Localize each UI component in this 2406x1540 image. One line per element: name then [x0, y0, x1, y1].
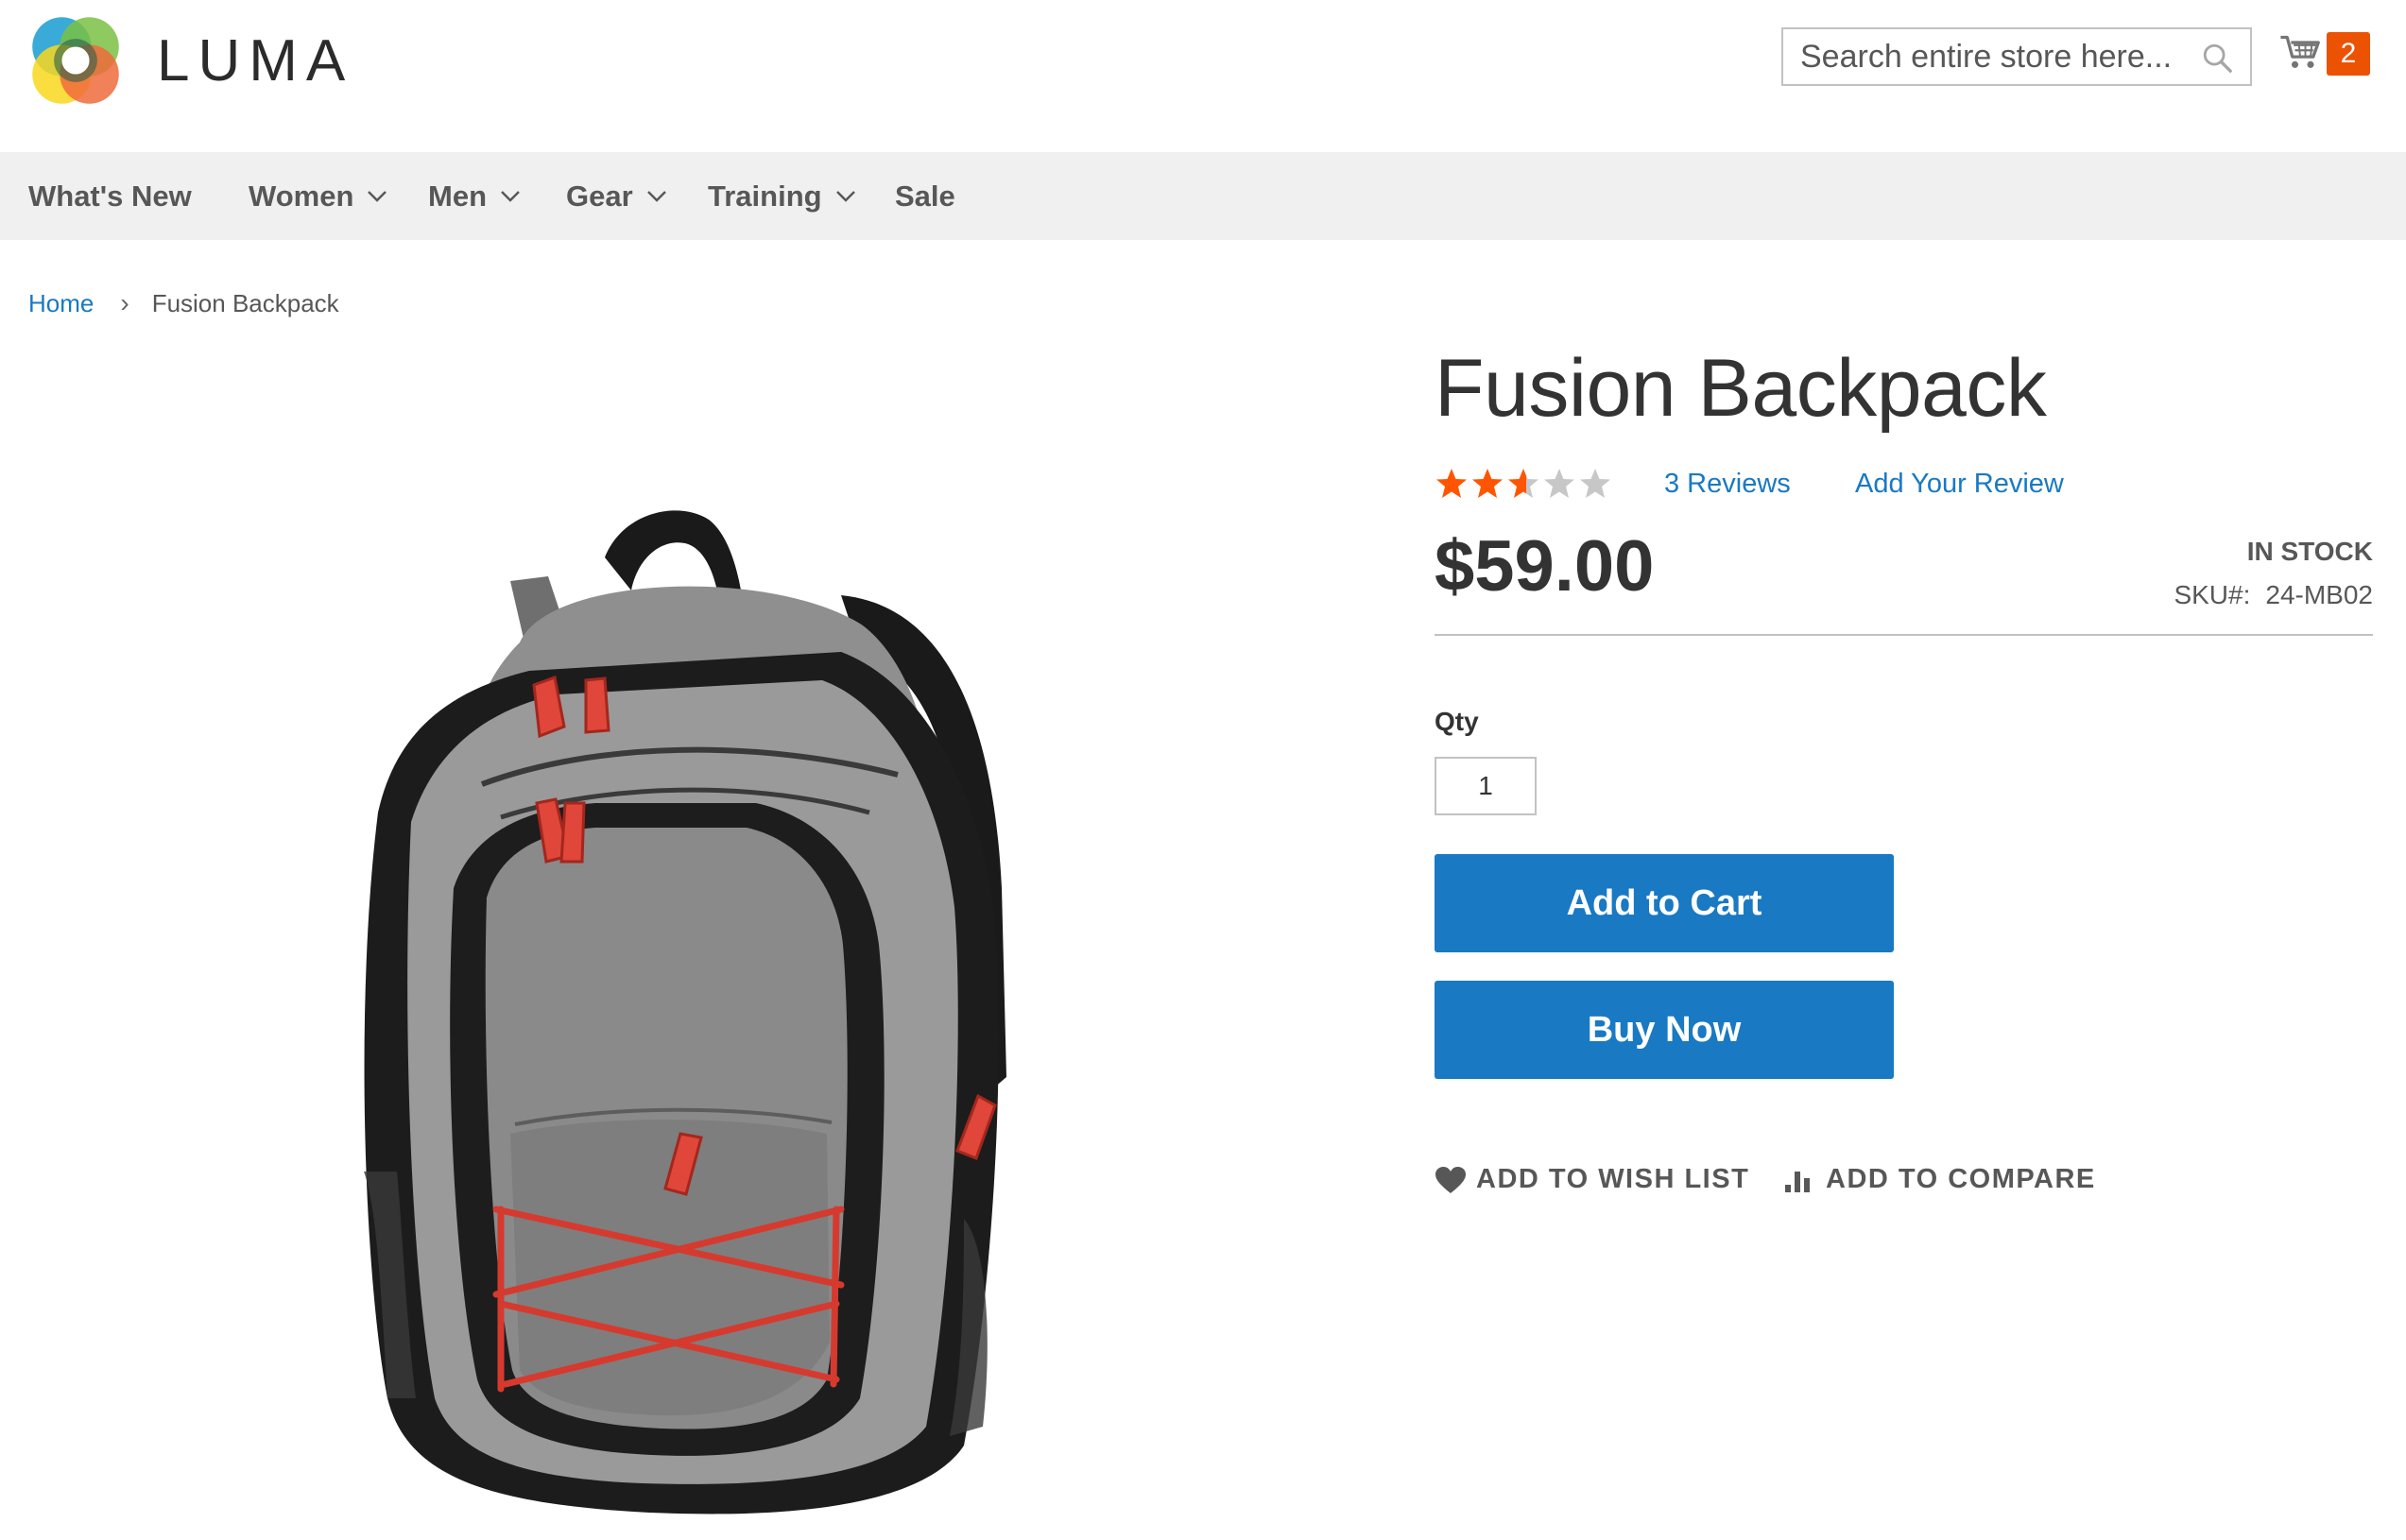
nav-item-sale[interactable]: Sale — [895, 152, 955, 240]
shopping-cart-icon — [2280, 35, 2320, 68]
star-icon — [1580, 469, 1610, 498]
luma-logo-icon — [32, 17, 119, 104]
store-logo[interactable]: LUMA — [26, 11, 353, 110]
chevron-down-icon — [501, 190, 520, 202]
add-to-compare-link[interactable]: ADD TO COMPARE — [1784, 1164, 2096, 1195]
nav-label: Training — [708, 179, 822, 213]
heart-icon — [1435, 1166, 1466, 1193]
nav-item-whats-new[interactable]: What's New — [28, 152, 192, 240]
sku-label: SKU#: — [2174, 580, 2251, 609]
star-icon — [1472, 469, 1503, 498]
qty-input[interactable] — [1435, 757, 1537, 815]
nav-label: Men — [428, 179, 487, 213]
star-icon — [1544, 469, 1574, 498]
add-to-wishlist-link[interactable]: ADD TO WISH LIST — [1435, 1164, 1749, 1195]
cart-count-badge: 2 — [2327, 32, 2370, 76]
reviews-link[interactable]: 3 Reviews — [1664, 469, 1791, 500]
chevron-down-icon — [646, 190, 666, 202]
search-icon[interactable] — [2201, 42, 2233, 74]
product-image[interactable] — [312, 491, 1106, 1540]
nav-label: What's New — [28, 179, 192, 213]
wishlist-label: ADD TO WISH LIST — [1476, 1164, 1750, 1194]
nav-label: Gear — [566, 179, 633, 213]
buy-now-button[interactable]: Buy Now — [1435, 981, 1894, 1079]
nav-item-women[interactable]: Women — [249, 152, 387, 240]
nav-item-men[interactable]: Men — [428, 152, 521, 240]
page-header: LUMA 2 — [0, 0, 2406, 152]
chevron-right-icon: › — [120, 288, 129, 317]
star-icon — [1508, 469, 1538, 498]
logo-text: LUMA — [157, 27, 354, 94]
sku-value: 24-MB02 — [2265, 580, 2373, 609]
add-review-link[interactable]: Add Your Review — [1855, 469, 2064, 500]
nav-item-gear[interactable]: Gear — [566, 152, 667, 240]
compare-label: ADD TO COMPARE — [1826, 1164, 2096, 1194]
breadcrumb-current: Fusion Backpack — [151, 288, 339, 317]
search-box[interactable] — [1781, 27, 2252, 86]
qty-label: Qty — [1435, 707, 1479, 736]
search-input[interactable] — [1783, 30, 2197, 83]
chevron-down-icon — [835, 190, 855, 202]
nav-label: Women — [249, 179, 354, 213]
chevron-down-icon — [368, 190, 387, 202]
divider — [1435, 634, 2373, 636]
main-navigation: What's New Women Men Gear Training Sale — [0, 152, 2406, 240]
stock-status: IN STOCK — [2246, 537, 2373, 566]
star-icon — [1436, 469, 1467, 498]
add-to-cart-button[interactable]: Add to Cart — [1435, 854, 1894, 952]
minicart[interactable]: 2 — [2279, 28, 2374, 85]
product-price: $59.00 — [1435, 526, 1655, 607]
product-rating — [1435, 467, 1614, 501]
product-sku: SKU#: 24-MB02 — [2174, 580, 2373, 610]
product-title: Fusion Backpack — [1435, 343, 2047, 434]
nav-label: Sale — [895, 179, 955, 213]
breadcrumb-home-link[interactable]: Home — [28, 289, 94, 318]
rating-stars — [1435, 467, 1614, 501]
nav-item-training[interactable]: Training — [708, 152, 856, 240]
compare-icon — [1785, 1171, 1810, 1192]
breadcrumb: Home › Fusion Backpack — [28, 288, 339, 318]
